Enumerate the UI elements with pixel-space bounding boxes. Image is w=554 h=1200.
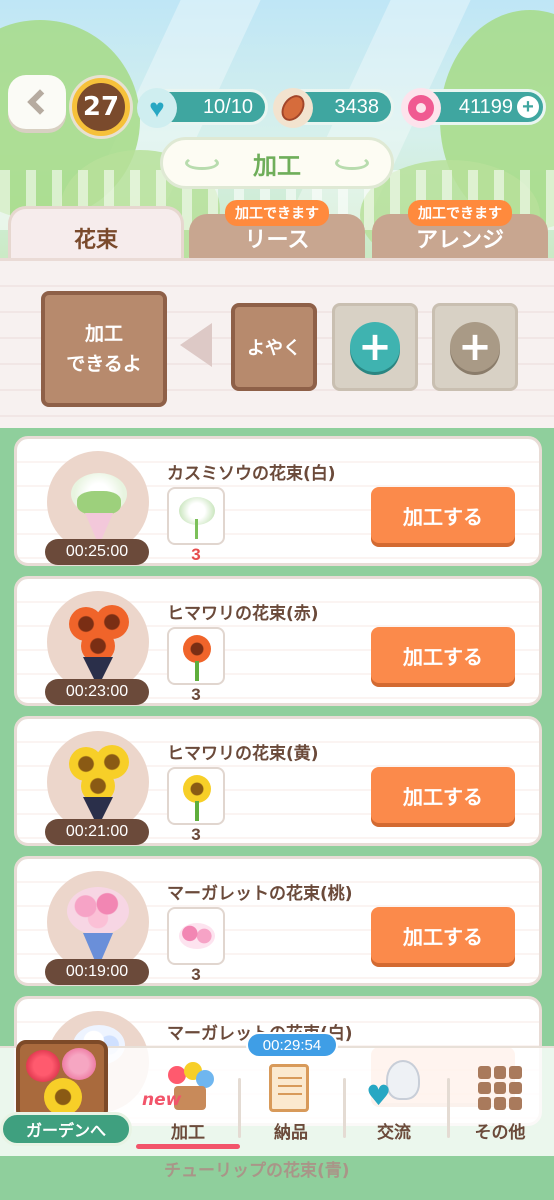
recipe-name-peek: チューリップの花束(青) <box>164 1161 350 1181</box>
craft-queue-panel: 加工 できるよ よやく + + <box>0 258 554 428</box>
material-quantity: 3 <box>191 965 201 984</box>
page-title: 加工 <box>253 151 301 180</box>
recipe-card: 00:25:00 カスミソウの花束(白) 3 加工する <box>14 436 542 566</box>
nav-label: その他 <box>474 1123 526 1143</box>
tab-label: 花束 <box>73 227 118 253</box>
bouquet-yellow-sunflower-image <box>47 731 149 833</box>
heart-icon: ♥ <box>137 88 177 128</box>
shell-value: 3438 <box>334 95 380 118</box>
recipe-card: 00:23:00 ヒマワリの花束(赤) 3 加工する <box>14 576 542 706</box>
reserve-slot[interactable]: よやく <box>231 303 317 391</box>
donut-value: 41199 <box>458 95 513 118</box>
material-gypsophila-icon[interactable] <box>167 487 225 545</box>
swirl-ornament-icon <box>185 156 219 170</box>
craft-slot-line2: できるよ <box>66 353 142 375</box>
nav-label: 交流 <box>377 1123 411 1143</box>
tab-badge-craftable: 加工できます <box>225 200 329 226</box>
craft-button[interactable]: 加工する <box>371 907 515 963</box>
add-slot-button[interactable]: + <box>332 303 418 391</box>
nav-other[interactable]: その他 <box>452 1048 548 1148</box>
garden-button[interactable]: ガーデンへ <box>0 1030 136 1150</box>
craft-button[interactable]: 加工する <box>371 487 515 543</box>
swirl-ornament-icon <box>335 156 369 170</box>
nav-label: 納品 <box>274 1123 308 1143</box>
donut-counter[interactable]: 41199 + <box>401 88 546 128</box>
back-button[interactable] <box>8 75 66 129</box>
reserve-label: よやく <box>247 338 301 359</box>
material-yellow-sunflower-icon[interactable] <box>167 767 225 825</box>
notepad-icon <box>269 1064 309 1112</box>
grid-icon <box>478 1066 522 1110</box>
craft-time: 00:23:00 <box>45 679 149 705</box>
craft-button[interactable]: 加工する <box>371 767 515 823</box>
tab-label: アレンジ <box>415 228 504 253</box>
garden-planter-icon <box>16 1040 108 1120</box>
craft-slot-line1: 加工 <box>84 323 123 345</box>
material-quantity: 3 <box>191 685 201 704</box>
nav-deliver[interactable]: 納品 <box>243 1048 339 1148</box>
heart-counter[interactable]: ♥ 10/10 <box>137 88 268 128</box>
add-slot-button-locked[interactable]: + <box>432 303 518 391</box>
bouquet-red-sunflower-image <box>47 591 149 693</box>
tab-arrange[interactable]: 加工できます アレンジ <box>372 200 548 262</box>
material-pink-marguerite-icon[interactable] <box>167 907 225 965</box>
player-level: 27 <box>82 92 120 122</box>
heart-value: 10/10 <box>202 95 253 118</box>
tab-bouquet[interactable]: 花束 <box>8 206 184 266</box>
material-red-sunflower-icon[interactable] <box>167 627 225 685</box>
add-donut-plus-icon[interactable]: + <box>517 96 539 118</box>
nav-divider <box>238 1078 241 1138</box>
recipe-name: ヒマワリの花束(赤) <box>167 604 319 624</box>
tab-label: リース <box>244 228 310 253</box>
nav-divider <box>447 1078 450 1138</box>
plus-icon: + <box>450 322 500 372</box>
bouquet-pink-marguerite-image <box>47 871 149 973</box>
recipe-name: カスミソウの花束(白) <box>167 464 336 484</box>
craft-time: 00:19:00 <box>45 959 149 985</box>
donut-icon <box>401 88 441 128</box>
material-quantity: 3 <box>191 545 201 564</box>
player-level-badge[interactable]: 27 <box>72 78 130 136</box>
nav-label: 加工 <box>171 1123 205 1143</box>
recipe-name: マーガレットの花束(桃) <box>167 884 353 904</box>
page-title-plate: 加工 <box>160 137 394 189</box>
tab-badge-craftable: 加工できます <box>408 200 512 226</box>
garden-label: ガーデンへ <box>0 1112 132 1146</box>
recipe-card: 00:19:00 マーガレットの花束(桃) 3 加工する <box>14 856 542 986</box>
bouquet-white-gypsophila-image <box>47 451 149 553</box>
back-chevron-icon <box>27 89 53 115</box>
material-quantity: 3 <box>191 825 201 844</box>
shell-icon <box>273 88 313 128</box>
craft-slot-active[interactable]: 加工 できるよ <box>41 291 167 407</box>
craft-time: 00:21:00 <box>45 819 149 845</box>
nav-exchange[interactable]: ♥ 交流 <box>346 1048 442 1148</box>
shell-counter[interactable]: 3438 <box>273 88 394 128</box>
recipe-name: ヒマワリの花束(黄) <box>167 744 319 764</box>
craft-button[interactable]: 加工する <box>371 627 515 683</box>
plus-icon: + <box>350 322 400 372</box>
recipe-card: 00:21:00 ヒマワリの花束(黄) 3 加工する <box>14 716 542 846</box>
nav-active-indicator <box>136 1144 240 1149</box>
craft-time: 00:25:00 <box>45 539 149 565</box>
new-tag: new <box>142 1090 182 1110</box>
ghost-heart-icon: ♥ <box>366 1060 426 1114</box>
queue-arrow-icon <box>180 323 212 367</box>
tab-wreath[interactable]: 加工できます リース <box>189 200 365 262</box>
